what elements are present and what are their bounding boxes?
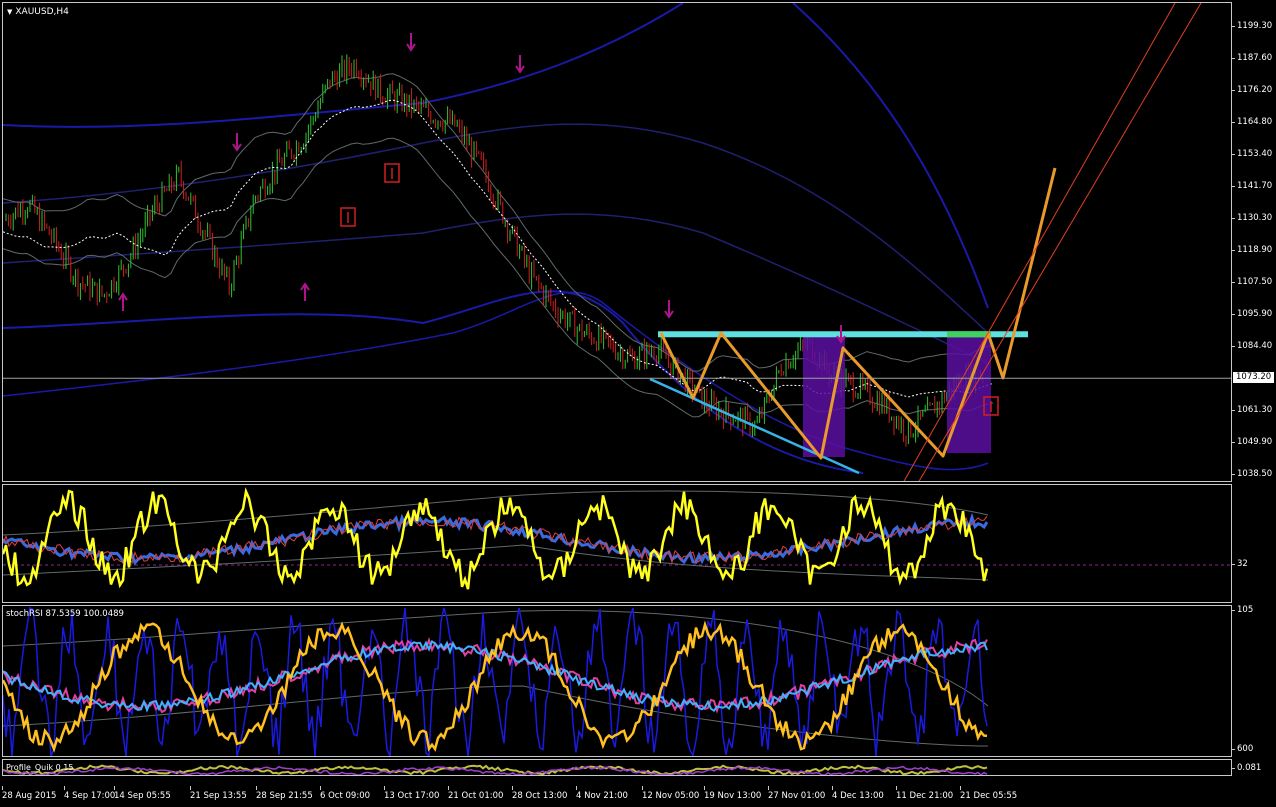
indicator-1-band-lower bbox=[3, 544, 989, 581]
time-label: 4 Dec 13:00 bbox=[832, 786, 884, 801]
symbol-label: ▼ XAUUSD,H4 bbox=[7, 7, 69, 17]
resistance-highlight bbox=[947, 331, 991, 338]
highlight-box-2 bbox=[947, 337, 991, 453]
envelope-upper-right bbox=[792, 3, 989, 309]
price-tick: 1049.90 bbox=[1231, 437, 1276, 447]
price-tick: 1038.50 bbox=[1231, 469, 1276, 479]
time-label: 13 Oct 17:00 bbox=[384, 786, 440, 801]
arrow-up-icon bbox=[300, 282, 310, 301]
signal-box-icon bbox=[340, 207, 356, 227]
price-tick: 1107.50 bbox=[1231, 277, 1276, 287]
main-chart-pane[interactable]: ▼ XAUUSD,H4 bbox=[2, 2, 1232, 482]
price-chart[interactable] bbox=[3, 3, 1232, 482]
profile-chart bbox=[3, 764, 988, 775]
indicator-pane-1[interactable] bbox=[2, 484, 1232, 603]
price-tick: 1187.60 bbox=[1231, 53, 1276, 63]
time-label: 11 Dec 21:00 bbox=[896, 786, 954, 801]
price-tick: 1199.30 bbox=[1231, 21, 1276, 31]
price-tick: 1141.70 bbox=[1231, 181, 1276, 191]
indicator-3-scale: 0.081 bbox=[1231, 759, 1276, 776]
price-tick: 1153.40 bbox=[1231, 149, 1276, 159]
projection-line-1 bbox=[903, 3, 1176, 481]
price-tick: 1130.30 bbox=[1231, 213, 1276, 223]
price-tick: 1164.80 bbox=[1231, 117, 1276, 127]
caret-down-icon: ▼ bbox=[7, 8, 13, 16]
arrow-down-icon bbox=[664, 300, 674, 319]
indicator-pane-3[interactable]: Profile_Quik 0.15 bbox=[2, 759, 1232, 776]
indicator-2-scale-top: 105 bbox=[1231, 605, 1276, 615]
time-label: 21 Sep 13:55 bbox=[190, 786, 247, 801]
indicator-3-scale-label: 0.081 bbox=[1231, 763, 1276, 773]
time-label: 19 Nov 13:00 bbox=[704, 786, 762, 801]
indicator-1-chart bbox=[3, 487, 1231, 590]
time-label: 12 Nov 05:00 bbox=[642, 786, 700, 801]
time-label: 21 Oct 01:00 bbox=[448, 786, 504, 801]
price-tick: 1176.20 bbox=[1231, 85, 1276, 95]
arrow-down-icon bbox=[232, 133, 242, 152]
time-label: 28 Oct 13:00 bbox=[512, 786, 568, 801]
signal-box-icon bbox=[384, 163, 400, 183]
stochrsi-chart bbox=[3, 606, 989, 756]
time-label: 21 Dec 05:55 bbox=[960, 786, 1018, 801]
time-label: 4 Sep 17:00 bbox=[64, 786, 116, 801]
price-tick: 1084.40 bbox=[1231, 341, 1276, 351]
time-label: 28 Sep 21:55 bbox=[256, 786, 313, 801]
indicator-2-scale: 105 600 bbox=[1231, 605, 1276, 757]
time-label: 27 Nov 01:00 bbox=[768, 786, 826, 801]
envelope-upper-outer bbox=[3, 3, 684, 128]
profile-label: Profile_Quik 0.15 bbox=[6, 763, 74, 772]
indicator-1-scale: 32 bbox=[1231, 484, 1276, 603]
stochrsi-label: stochRSI 87.5359 100.0489 bbox=[6, 609, 124, 619]
time-label: 28 Aug 2015 bbox=[2, 786, 57, 801]
arrow-down-icon bbox=[406, 33, 416, 52]
symbol-text: XAUUSD,H4 bbox=[15, 7, 69, 17]
time-label: 14 Sep 05:55 bbox=[114, 786, 171, 801]
price-tick: 1118.90 bbox=[1231, 245, 1276, 255]
price-tick: 1061.30 bbox=[1231, 405, 1276, 415]
indicator-2-scale-bottom: 600 bbox=[1231, 744, 1276, 754]
indicator-pane-2[interactable]: stochRSI 87.5359 100.0489 bbox=[2, 605, 1232, 757]
price-scale: 1199.30 1187.60 1176.20 1164.80 1153.40 1141.… bbox=[1231, 2, 1276, 482]
time-label: 6 Oct 09:00 bbox=[320, 786, 371, 801]
price-tick: 1095.90 bbox=[1231, 309, 1276, 319]
indicator-1-scale-label: 32 bbox=[1231, 559, 1276, 569]
time-axis: 28 Aug 2015 4 Sep 17:00 14 Sep 05:55 21 Sep… bbox=[2, 786, 1232, 803]
stochrsi-blue bbox=[3, 606, 988, 756]
time-label: 4 Nov 21:00 bbox=[576, 786, 628, 801]
current-price-label: 1073.20 bbox=[1233, 372, 1274, 384]
arrow-up-icon bbox=[118, 292, 128, 311]
bollinger-upper bbox=[3, 73, 994, 372]
projection-line-2 bbox=[918, 3, 1202, 481]
arrow-down-icon bbox=[515, 55, 525, 74]
